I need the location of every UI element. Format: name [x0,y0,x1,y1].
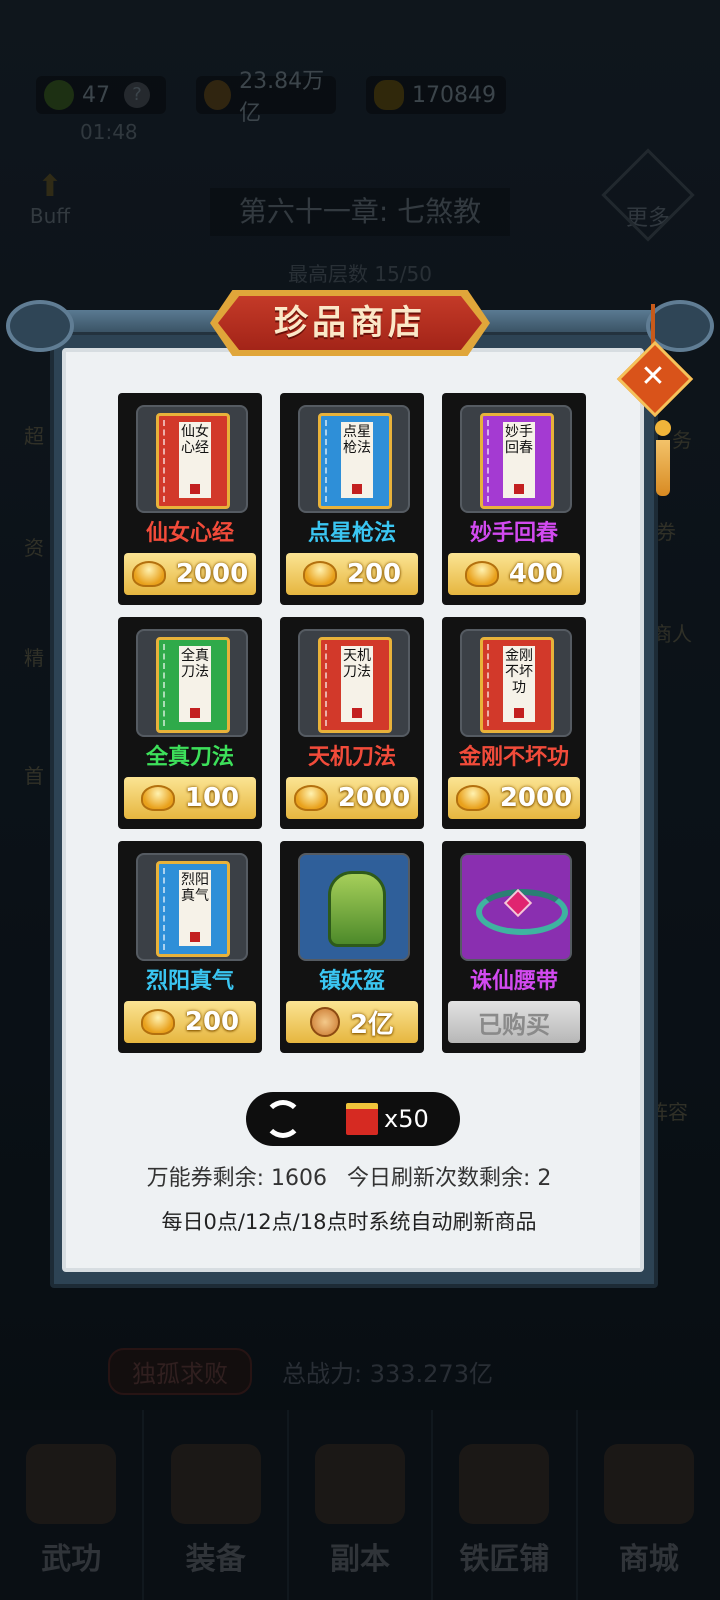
buy-button[interactable]: 2000 [448,777,580,819]
item-price: 100 [184,783,240,813]
item-icon-box [298,853,410,961]
refresh-remaining: 今日刷新次数剩余: 2 [347,1166,552,1191]
item-price: 400 [508,559,564,589]
gold-ingot-icon [131,561,166,587]
item-icon-box: 全真刀法 [136,629,248,737]
shop-item[interactable]: 点星枪法 点星枪法 200 [280,393,424,605]
voucher-icon [346,1103,378,1135]
refresh-button[interactable]: x50 [246,1092,460,1146]
item-name: 仙女心经 [145,521,234,546]
shop-item[interactable]: 烈阳真气 烈阳真气 200 [118,841,262,1053]
book-icon: 妙手回春 [480,413,554,509]
item-name: 妙手回春 [469,521,558,546]
shop-item[interactable]: 天机刀法 天机刀法 2000 [280,617,424,829]
shop-item[interactable]: 诛仙腰带 已购买 [442,841,586,1053]
item-price: 200 [184,1007,240,1037]
item-icon-box: 仙女心经 [136,405,248,513]
shop-stats: 万能券剩余: 1606 今日刷新次数剩余: 2 [62,1160,636,1192]
close-button[interactable]: ✕ [616,304,694,418]
buy-button[interactable]: 100 [124,777,256,819]
voucher-remaining: 万能券剩余: 1606 [146,1166,327,1191]
gold-ingot-icon [464,561,499,587]
book-icon: 点星枪法 [318,413,392,509]
shop-title-plaque: 珍品商店 [210,290,490,356]
item-icon-box: 烈阳真气 [136,853,248,961]
item-name: 全真刀法 [145,745,234,770]
shop-title: 珍品商店 [274,303,426,343]
item-name: 点星枪法 [307,521,396,546]
item-grid[interactable]: 仙女心经 仙女心经 2000 点星枪法 点星枪法 200 妙手回春 妙手回春 400 全真刀法 全真… [118,393,590,1069]
shop-item[interactable]: 镇妖盔 2亿 [280,841,424,1053]
item-price: 2000 [499,783,573,813]
buy-button[interactable]: 2000 [124,553,256,595]
item-icon-box: 天机刀法 [298,629,410,737]
purchased-badge: 已购买 [448,1001,580,1043]
gold-ingot-icon [455,785,490,811]
close-icon: ✕ [640,359,666,394]
book-icon: 烈阳真气 [156,861,230,957]
shop-item[interactable]: 妙手回春 妙手回春 400 [442,393,586,605]
item-name: 诛仙腰带 [469,969,558,994]
shop-item[interactable]: 金刚不坏功 金刚不坏功 2000 [442,617,586,829]
buy-button[interactable]: 200 [286,553,418,595]
item-name: 镇妖盔 [318,969,385,994]
item-price: 2亿 [349,1009,395,1040]
book-icon: 金刚不坏功 [480,637,554,733]
book-icon: 仙女心经 [156,413,230,509]
gold-ingot-icon [140,785,175,811]
buy-button[interactable]: 2亿 [286,1001,418,1043]
item-icon-box: 点星枪法 [298,405,410,513]
item-price: 已购买 [478,1010,550,1039]
item-icon-box: 金刚不坏功 [460,629,572,737]
item-price: 200 [346,559,402,589]
tassel-decoration [652,420,674,502]
gold-ingot-icon [140,1009,175,1035]
item-icon-box: 妙手回春 [460,405,572,513]
item-name: 天机刀法 [307,745,396,770]
item-name: 烈阳真气 [145,969,234,994]
shop-item[interactable]: 全真刀法 全真刀法 100 [118,617,262,829]
item-name: 金刚不坏功 [458,745,569,770]
book-icon: 全真刀法 [156,637,230,733]
book-icon: 天机刀法 [318,637,392,733]
item-price: 2000 [175,559,249,589]
gold-ingot-icon [293,785,328,811]
refresh-cost: x50 [384,1105,429,1133]
buy-button[interactable]: 200 [124,1001,256,1043]
buy-button[interactable]: 400 [448,553,580,595]
refresh-icon [264,1100,302,1138]
helmet-icon [328,871,386,947]
buy-button[interactable]: 2000 [286,777,418,819]
auto-refresh-note: 每日0点/12点/18点时系统自动刷新商品 [161,1210,537,1234]
gold-ingot-icon [302,561,337,587]
shop-item[interactable]: 仙女心经 仙女心经 2000 [118,393,262,605]
item-icon-box [460,853,572,961]
item-price: 2000 [337,783,411,813]
copper-coin-icon [309,1007,340,1037]
